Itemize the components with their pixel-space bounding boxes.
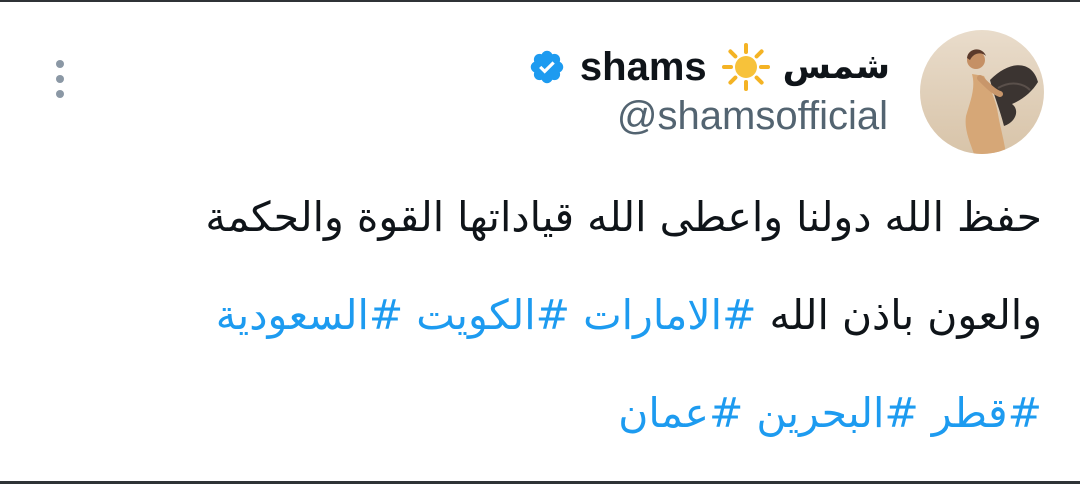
- tweet-text: حفظ الله دولنا واعطى الله قياداتها القوة…: [82, 168, 1042, 462]
- hashtag-link[interactable]: #السعودية: [216, 291, 403, 339]
- tweet-text-line-2: والعون باذن الله: [756, 291, 1042, 339]
- sun-emoji-icon: [721, 42, 771, 92]
- avatar[interactable]: [920, 30, 1044, 154]
- author-name-row: shams شمس: [528, 38, 890, 96]
- hashtag-link[interactable]: #عمان: [618, 389, 743, 437]
- hashtag-link[interactable]: #قطر: [932, 389, 1042, 437]
- hashtag-link[interactable]: #الكويت: [416, 291, 570, 339]
- tweet-text-line-1: حفظ الله دولنا واعطى الله قياداتها القوة…: [205, 193, 1042, 241]
- author-handle[interactable]: @shamsofficial: [617, 94, 888, 139]
- display-name-latin[interactable]: shams: [580, 45, 707, 90]
- hashtag-link[interactable]: #البحرين: [756, 389, 918, 437]
- display-name-arabic[interactable]: شمس: [783, 47, 890, 87]
- more-vertical-icon[interactable]: [50, 56, 70, 102]
- verified-badge-icon: [528, 48, 566, 86]
- hashtag-link[interactable]: #الامارات: [583, 291, 756, 339]
- top-divider: [0, 0, 1080, 2]
